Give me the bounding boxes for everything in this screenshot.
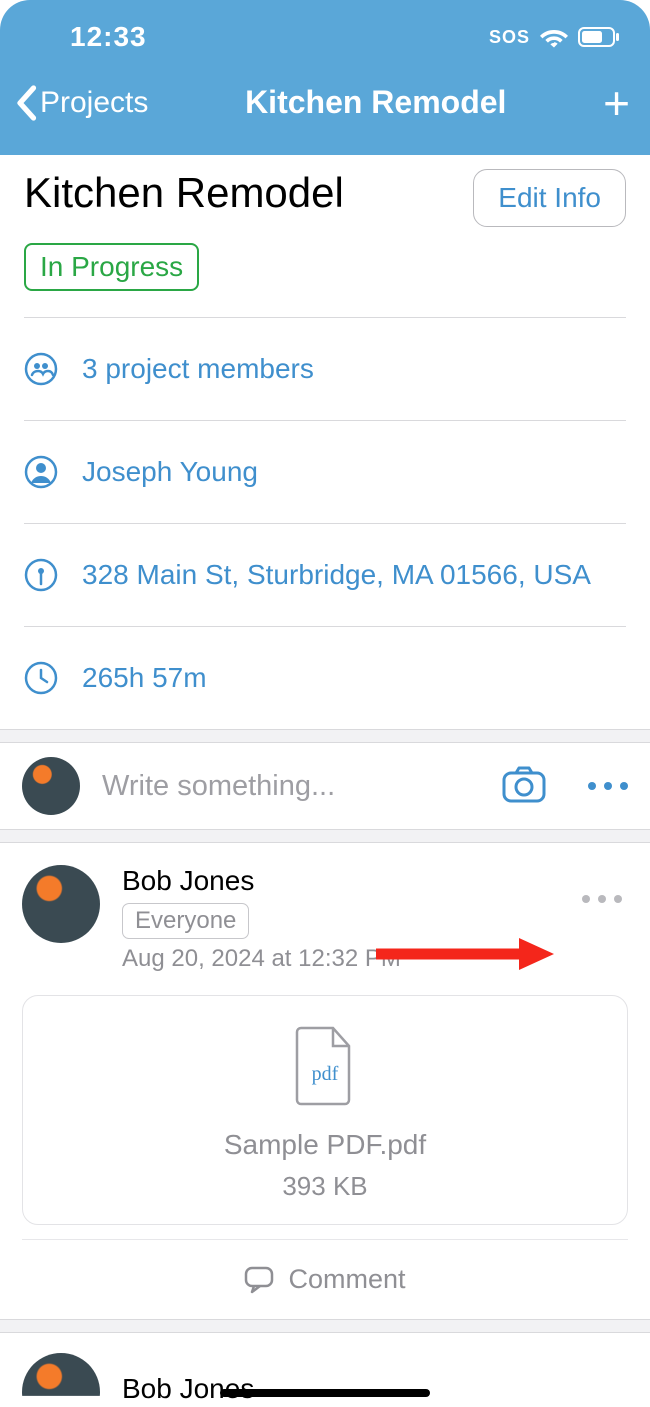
post-more-icon[interactable]: [582, 895, 622, 903]
battery-icon: [578, 27, 620, 47]
avatar[interactable]: [22, 1353, 100, 1407]
status-time: 12:33: [70, 21, 147, 53]
section-divider: [0, 729, 650, 743]
comment-icon: [244, 1266, 274, 1294]
chevron-left-icon: [14, 85, 38, 121]
compose-row: Write something...: [0, 743, 650, 829]
project-title: Kitchen Remodel: [24, 169, 344, 217]
nav-title: Kitchen Remodel: [148, 84, 603, 121]
post-author[interactable]: Bob Jones: [122, 865, 628, 897]
post-timestamp: Aug 20, 2024 at 12:32 PM: [122, 945, 628, 973]
avatar[interactable]: [22, 865, 100, 943]
person-icon: [24, 455, 58, 489]
status-bar: 12:33 SOS: [0, 0, 650, 60]
pdf-file-icon: pdf: [293, 1026, 357, 1111]
home-indicator[interactable]: [220, 1389, 430, 1397]
nav-bar: Projects Kitchen Remodel +: [0, 60, 650, 155]
duration-row[interactable]: 265h 57m: [24, 627, 626, 729]
compose-more-icon[interactable]: [588, 782, 628, 790]
section-divider: [0, 1319, 650, 1333]
map-pin-icon: [24, 558, 58, 592]
compose-input[interactable]: Write something...: [102, 770, 480, 803]
clock-icon: [24, 661, 58, 695]
pdf-badge: pdf: [312, 1063, 339, 1085]
project-status-badge: In Progress: [24, 243, 199, 291]
duration-text: 265h 57m: [82, 662, 207, 694]
sos-indicator: SOS: [489, 27, 530, 48]
camera-icon[interactable]: [502, 765, 546, 808]
edit-info-button[interactable]: Edit Info: [473, 169, 626, 227]
avatar[interactable]: [22, 757, 80, 815]
wifi-icon: [540, 26, 568, 48]
back-label: Projects: [40, 86, 148, 120]
app-header: 12:33 SOS Projects Kitchen Remodel +: [0, 0, 650, 155]
audience-badge: Everyone: [122, 903, 249, 939]
project-info-section: Kitchen Remodel Edit Info In Progress 3 …: [0, 155, 650, 729]
file-name: Sample PDF.pdf: [33, 1129, 617, 1161]
back-button[interactable]: Projects: [14, 85, 148, 121]
address-text: 328 Main St, Sturbridge, MA 01566, USA: [82, 559, 591, 591]
comment-label: Comment: [288, 1264, 405, 1295]
members-row[interactable]: 3 project members: [24, 318, 626, 421]
comment-button[interactable]: Comment: [22, 1239, 628, 1319]
post: Bob Jones Everyone Aug 20, 2024 at 12:32…: [0, 843, 650, 1319]
section-divider: [0, 829, 650, 843]
owner-row[interactable]: Joseph Young: [24, 421, 626, 524]
members-icon: [24, 352, 58, 386]
members-text: 3 project members: [82, 353, 314, 385]
owner-text: Joseph Young: [82, 456, 258, 488]
address-row[interactable]: 328 Main St, Sturbridge, MA 01566, USA: [24, 524, 626, 627]
file-size: 393 KB: [33, 1171, 617, 1202]
attachment-card[interactable]: pdf Sample PDF.pdf 393 KB: [22, 995, 628, 1225]
add-button[interactable]: +: [603, 76, 630, 130]
status-icons: SOS: [489, 26, 620, 48]
